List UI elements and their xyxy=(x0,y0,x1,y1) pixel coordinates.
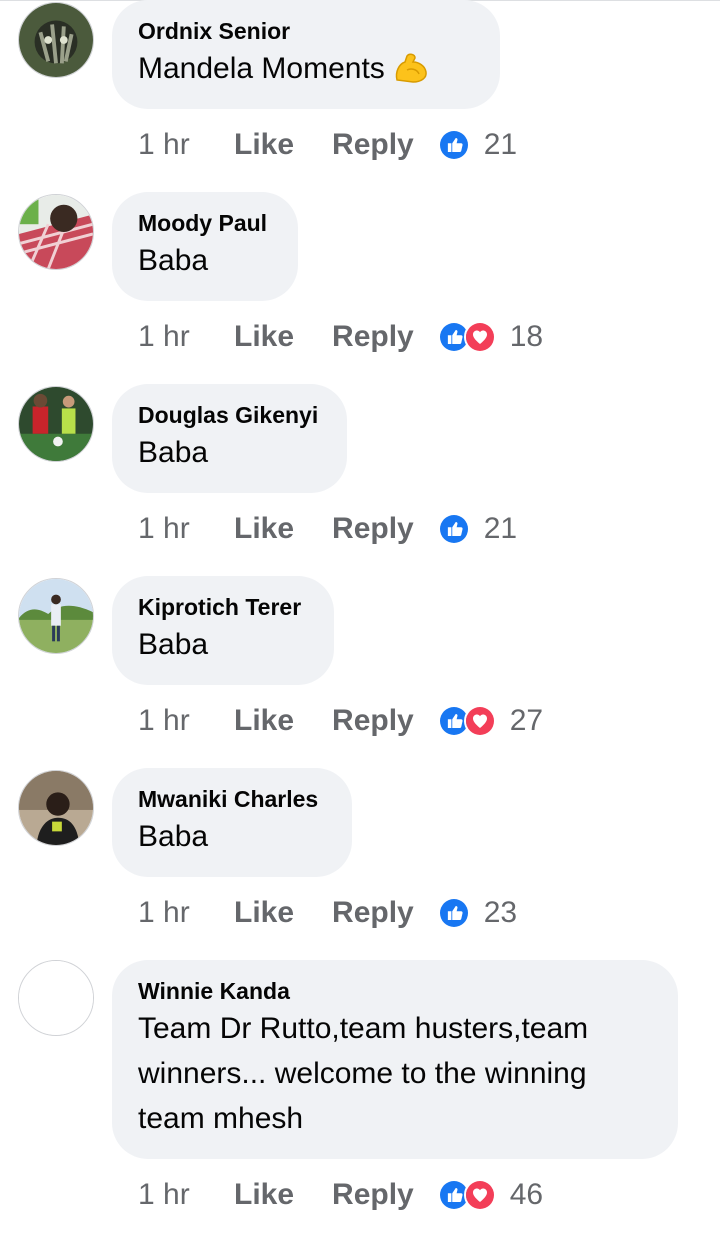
reaction-count: 18 xyxy=(509,320,544,353)
comment-actions: 1 hr Like Reply 46 xyxy=(138,1175,543,1215)
comment-author[interactable]: Mwaniki Charles xyxy=(138,784,326,814)
avatar[interactable] xyxy=(18,960,94,1036)
comment-author[interactable]: Kiprotich Terer xyxy=(138,592,308,622)
like-reaction-icon xyxy=(437,129,470,161)
comment-bubble: Mwaniki Charles Baba xyxy=(112,768,352,877)
comment-author[interactable]: Winnie Kanda xyxy=(138,976,652,1006)
reactions-summary[interactable]: 23 xyxy=(437,896,518,930)
reaction-count: 23 xyxy=(483,896,518,929)
comment-text: Baba xyxy=(138,628,209,661)
reaction-count: 27 xyxy=(509,704,544,737)
avatar[interactable] xyxy=(18,386,94,462)
reactions-summary[interactable]: 46 xyxy=(437,1178,544,1212)
comment-actions: 1 hr Like Reply 18 xyxy=(138,317,543,357)
reaction-count: 21 xyxy=(483,512,518,545)
reply-button[interactable]: Reply xyxy=(332,896,414,930)
reactions-summary[interactable]: 18 xyxy=(437,320,544,354)
comment-author[interactable]: Douglas Gikenyi xyxy=(138,400,321,430)
comment-text: Mandela Moments xyxy=(138,46,474,97)
comment-time[interactable]: 1 hr xyxy=(138,896,234,930)
avatar[interactable] xyxy=(18,578,94,654)
love-reaction-icon xyxy=(463,1179,496,1211)
like-button[interactable]: Like xyxy=(234,128,294,162)
comment-actions: 1 hr Like Reply 27 xyxy=(138,701,543,741)
like-button[interactable]: Like xyxy=(234,320,294,354)
reply-button[interactable]: Reply xyxy=(332,128,414,162)
like-button[interactable]: Like xyxy=(234,896,294,930)
comment-time[interactable]: 1 hr xyxy=(138,704,234,738)
reply-button[interactable]: Reply xyxy=(332,704,414,738)
comment-time[interactable]: 1 hr xyxy=(138,320,234,354)
like-reaction-icon xyxy=(437,897,470,929)
comment-time[interactable]: 1 hr xyxy=(138,1178,234,1212)
comment-actions: 1 hr Like Reply 21 xyxy=(138,125,517,165)
comment-text: Team Dr Rutto,team husters,team winners.… xyxy=(138,1012,589,1135)
reactions-summary[interactable]: 27 xyxy=(437,704,544,738)
reaction-count: 46 xyxy=(509,1178,544,1211)
comment-text: Baba xyxy=(138,820,209,853)
reactions-summary[interactable]: 21 xyxy=(437,512,518,546)
reactions-summary[interactable]: 21 xyxy=(437,128,518,162)
comment-actions: 1 hr Like Reply 23 xyxy=(138,893,517,933)
reply-button[interactable]: Reply xyxy=(332,512,414,546)
like-button[interactable]: Like xyxy=(234,704,294,738)
comment-author[interactable]: Moody Paul xyxy=(138,208,272,238)
comment-text: Baba xyxy=(138,436,209,469)
like-reaction-icon xyxy=(437,513,470,545)
like-button[interactable]: Like xyxy=(234,512,294,546)
like-button[interactable]: Like xyxy=(234,1178,294,1212)
comment-bubble: Moody Paul Baba xyxy=(112,192,298,301)
reply-button[interactable]: Reply xyxy=(332,320,414,354)
avatar[interactable] xyxy=(18,194,94,270)
reaction-count: 21 xyxy=(483,128,518,161)
love-reaction-icon xyxy=(463,321,496,353)
reply-button[interactable]: Reply xyxy=(332,1178,414,1212)
flexed-biceps-icon xyxy=(393,52,429,97)
comment-bubble: Douglas Gikenyi Baba xyxy=(112,384,347,493)
comment-bubble: Winnie Kanda Team Dr Rutto,team husters,… xyxy=(112,960,678,1159)
comment-bubble: Kiprotich Terer Baba xyxy=(112,576,334,685)
comment-author[interactable]: Ordnix Senior xyxy=(138,16,474,46)
comment-time[interactable]: 1 hr xyxy=(138,128,234,162)
comment-time[interactable]: 1 hr xyxy=(138,512,234,546)
comment-text-content: Mandela Moments xyxy=(138,52,385,85)
comment-actions: 1 hr Like Reply 21 xyxy=(138,509,517,549)
avatar[interactable] xyxy=(18,770,94,846)
love-reaction-icon xyxy=(463,705,496,737)
comment-bubble: Ordnix Senior Mandela Moments xyxy=(112,0,500,109)
avatar[interactable] xyxy=(18,2,94,78)
comment-text: Baba xyxy=(138,244,209,277)
